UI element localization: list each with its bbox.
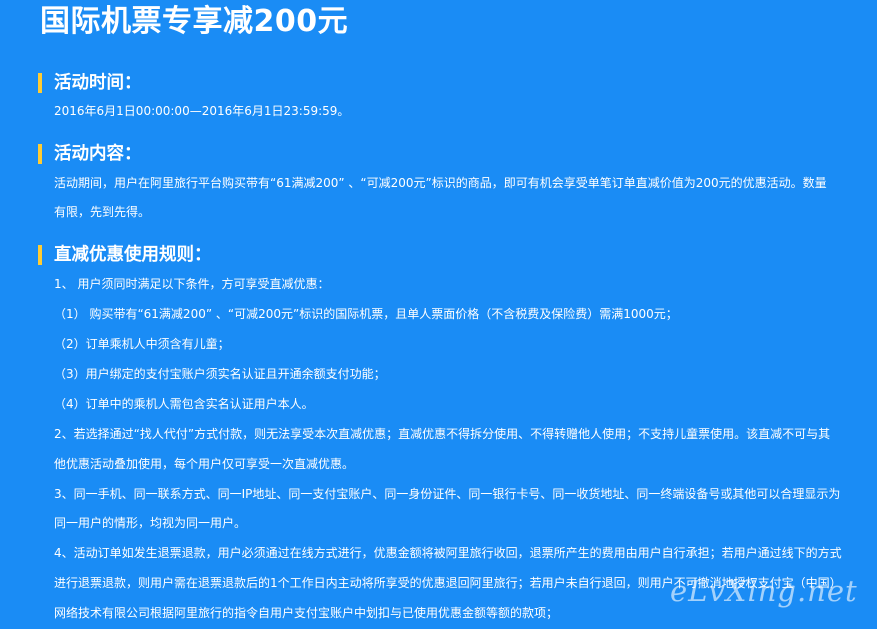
section-heading-rules: 直减优惠使用规则： bbox=[38, 243, 212, 267]
heading-accent-bar bbox=[38, 245, 42, 265]
rules-line: 2、若选择通过“找人代付”方式付款，则无法享受本次直减优惠；直减优惠不得拆分使用… bbox=[54, 427, 831, 441]
section-heading-label: 活动时间： bbox=[54, 73, 142, 93]
section-heading-label: 活动内容： bbox=[54, 144, 142, 164]
site-watermark: eLvXing.net bbox=[670, 574, 858, 608]
section-heading-label: 直减优惠使用规则： bbox=[54, 245, 212, 265]
section-heading-time: 活动时间： bbox=[38, 71, 142, 95]
heading-accent-bar bbox=[38, 73, 42, 93]
content-line: 有限，先到先得。 bbox=[54, 205, 151, 219]
page-title: 国际机票专享减200元 bbox=[40, 4, 349, 39]
rules-line: 网络技术有限公司根据阿里旅行的指令自用户支付宝账户中划扣与已使用优惠金额等额的款… bbox=[54, 606, 559, 620]
rules-line: （2）订单乘机人中须含有儿童； bbox=[54, 337, 230, 351]
activity-time-text: 2016年6月1日00:00:00—2016年6月1日23:59:59。 bbox=[54, 104, 350, 118]
rules-line: 1、 用户须同时满足以下条件，方可享受直减优惠： bbox=[54, 277, 330, 291]
rules-line: 他优惠活动叠加使用，每个用户仅可享受一次直减优惠。 bbox=[54, 457, 355, 471]
promo-page: 国际机票专享减200元 活动时间： 2016年6月1日00:00:00—2016… bbox=[0, 0, 877, 627]
heading-accent-bar bbox=[38, 144, 42, 164]
rules-line: 同一用户的情形，均视为同一用户。 bbox=[54, 516, 247, 530]
rules-line: （1） 购买带有“61满减200” 、“可减200元”标识的国际机票，且单人票面… bbox=[54, 307, 678, 321]
rules-line: 4、活动订单如发生退票退款，用户必须通过在线方式进行，优惠金额将被阿里旅行收回，… bbox=[54, 546, 842, 560]
rules-line: 3、同一手机、同一联系方式、同一IP地址、同一支付宝账户、同一身份证件、同一银行… bbox=[54, 487, 841, 501]
rules-line: （4）订单中的乘机人需包含实名认证用户本人。 bbox=[54, 397, 314, 411]
rules-line: （3）用户绑定的支付宝账户须实名认证且开通余额支付功能； bbox=[54, 367, 386, 381]
section-heading-content: 活动内容： bbox=[38, 142, 142, 166]
content-line: 活动期间，用户在阿里旅行平台购买带有“61满减200” 、“可减200元”标识的… bbox=[54, 176, 827, 190]
